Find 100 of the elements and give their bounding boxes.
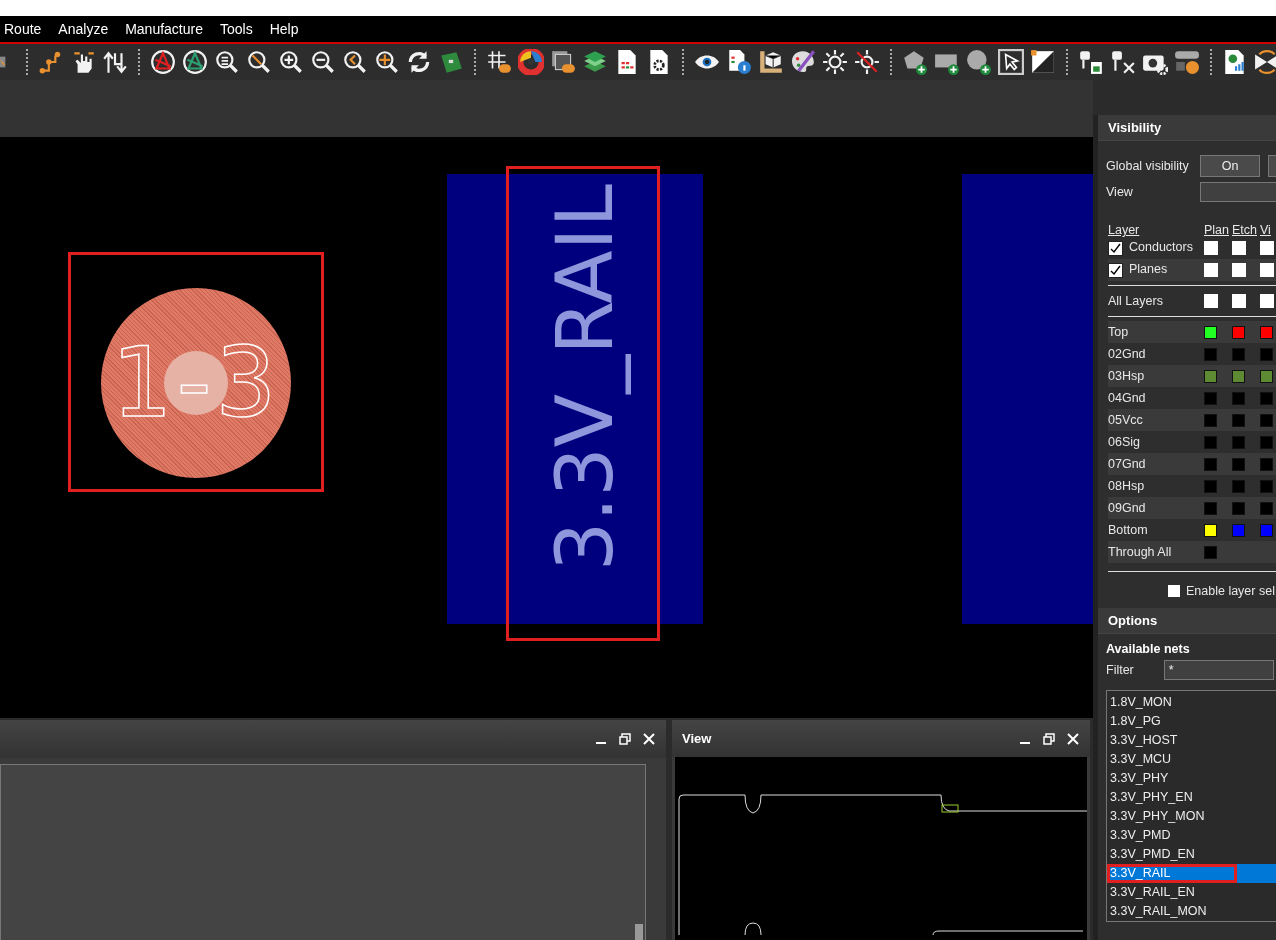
visibility-checkbox[interactable] [1204, 294, 1218, 308]
checkbox[interactable] [1108, 262, 1123, 278]
circuit-board-icon[interactable] [438, 49, 464, 75]
layer-color-swatch[interactable] [1232, 501, 1245, 515]
net-list-item[interactable]: 1.8V_MON [1107, 693, 1276, 712]
menu-item[interactable]: Manufacture [121, 21, 216, 37]
view-field[interactable] [1200, 182, 1276, 202]
diagonal-square-icon[interactable] [1030, 49, 1056, 75]
column-header: Etch [1232, 223, 1258, 237]
net-list-item[interactable]: 3.3V_PHY_MON [1107, 807, 1276, 826]
visibility-checkbox[interactable] [1232, 241, 1246, 255]
toggle-button[interactable]: On [1200, 155, 1260, 177]
sun-icon[interactable] [822, 49, 848, 75]
column-header: Layer [1108, 223, 1141, 237]
layer-color-swatch[interactable] [1232, 479, 1245, 493]
layer-label: Top [1108, 325, 1130, 339]
pentagon-add-icon[interactable] [902, 49, 928, 75]
layer-color-swatch[interactable] [1260, 523, 1273, 537]
layer-color-swatch[interactable] [1232, 413, 1245, 427]
filter-field[interactable]: * [1163, 660, 1274, 680]
net-list-item[interactable]: 1.8V_PG [1107, 712, 1276, 731]
visibility-checkbox[interactable] [1232, 263, 1246, 277]
palette-brush-icon[interactable] [790, 49, 816, 75]
sun-off-icon[interactable] [854, 49, 880, 75]
net-list-item[interactable]: 3.3V_RAIL [1107, 864, 1276, 883]
layer-color-swatch[interactable] [1204, 545, 1217, 559]
layer-color-swatch[interactable] [1204, 501, 1217, 515]
visibility-checkbox[interactable] [1260, 294, 1274, 308]
net-list-item[interactable]: 3.3V_PHY [1107, 769, 1276, 788]
zoom-out-icon[interactable] [310, 49, 336, 75]
net-list-item[interactable]: 3.3V_RAIL_EN [1107, 883, 1276, 902]
color-wheel-icon[interactable] [518, 49, 544, 75]
close-icon[interactable] [642, 732, 656, 746]
menu-item[interactable]: Tools [216, 21, 266, 37]
document-info-icon[interactable] [726, 49, 752, 75]
layer-color-swatch[interactable] [1260, 501, 1273, 515]
layer-color-swatch[interactable] [1232, 457, 1245, 471]
layer-color-swatch[interactable] [1260, 347, 1273, 361]
net-list-item[interactable]: 3.3V_PMD_EN [1107, 845, 1276, 864]
layer-color-swatch[interactable] [1260, 479, 1273, 493]
pad-label: 1-3 [111, 335, 281, 431]
layer-color-swatch[interactable] [1204, 479, 1217, 493]
zoom-list-icon[interactable] [214, 49, 240, 75]
circle-add-icon[interactable] [966, 49, 992, 75]
layer-label: 04Gnd [1108, 391, 1147, 405]
zoom-in-icon[interactable] [278, 49, 304, 75]
column-header: Vi [1260, 223, 1272, 237]
window-toggle-icon[interactable] [550, 49, 576, 75]
visibility-checkbox[interactable] [1204, 263, 1218, 277]
swap-arrows-icon[interactable] [102, 49, 128, 75]
drill-tools-icon[interactable] [1110, 49, 1136, 75]
zoom-previous-icon[interactable] [342, 49, 368, 75]
restore-icon[interactable] [1042, 731, 1056, 746]
net-list-item[interactable]: 3.3V_PHY_EN [1107, 788, 1276, 807]
visibility-checkbox[interactable] [1204, 241, 1218, 255]
layer-color-swatch[interactable] [1232, 369, 1245, 383]
layer-color-swatch[interactable] [1260, 369, 1273, 383]
layer-color-swatch[interactable] [1204, 347, 1217, 361]
scrollbar-thumb[interactable] [635, 924, 643, 940]
layer-color-swatch[interactable] [1232, 325, 1245, 339]
layer-color-swatch[interactable] [1232, 391, 1245, 405]
close-icon[interactable] [1066, 731, 1080, 746]
grid-toggle-icon[interactable] [486, 49, 512, 75]
visibility-checkbox[interactable] [1260, 263, 1274, 277]
net-list-item[interactable]: 3.3V_MCU [1107, 750, 1276, 769]
layer-color-swatch[interactable] [1232, 435, 1245, 449]
sync-arrows-icon[interactable] [1254, 49, 1276, 75]
layer-color-swatch[interactable] [1260, 435, 1273, 449]
restore-icon[interactable] [618, 732, 632, 746]
triangle-circle-icon[interactable] [150, 49, 176, 75]
layer-color-swatch[interactable] [1232, 347, 1245, 361]
layer-color-swatch[interactable] [1204, 369, 1217, 383]
visibility-checkbox[interactable] [1232, 294, 1246, 308]
refresh-icon[interactable] [406, 49, 432, 75]
layer-color-swatch[interactable] [1204, 391, 1217, 405]
checkbox[interactable] [1108, 240, 1123, 256]
menu-item[interactable]: Route [0, 21, 55, 37]
zoom-center-icon[interactable] [374, 49, 400, 75]
layer-color-swatch[interactable] [1204, 435, 1217, 449]
triangle-circle-icon[interactable] [182, 49, 208, 75]
layer-color-swatch[interactable] [1204, 523, 1217, 537]
layer-color-swatch[interactable] [1260, 325, 1273, 339]
zoom-extents-icon[interactable] [246, 49, 272, 75]
ruler-cube-icon[interactable] [758, 49, 784, 75]
net-list-item[interactable]: 3.3V_PMD [1107, 826, 1276, 845]
layer-color-swatch[interactable] [1260, 391, 1273, 405]
layer-color-swatch[interactable] [1204, 325, 1217, 339]
layer-color-swatch[interactable] [1260, 457, 1273, 471]
visibility-checkbox[interactable] [1260, 241, 1274, 255]
layer-color-swatch[interactable] [1232, 523, 1245, 537]
drill-document-icon[interactable] [1078, 49, 1104, 75]
checkbox[interactable] [1168, 585, 1180, 597]
layer-color-swatch[interactable] [1260, 413, 1273, 427]
layer-color-swatch[interactable] [1204, 457, 1217, 471]
menu-item[interactable]: Analyze [54, 21, 122, 37]
net-list-item[interactable]: 3.3V_HOST [1107, 731, 1276, 750]
layer-label: 08Hsp [1108, 479, 1146, 493]
layer-color-swatch[interactable] [1204, 413, 1217, 427]
net-list-item[interactable]: 3.3V_RAIL_MON [1107, 902, 1276, 921]
menu-item[interactable]: Help [265, 21, 312, 37]
